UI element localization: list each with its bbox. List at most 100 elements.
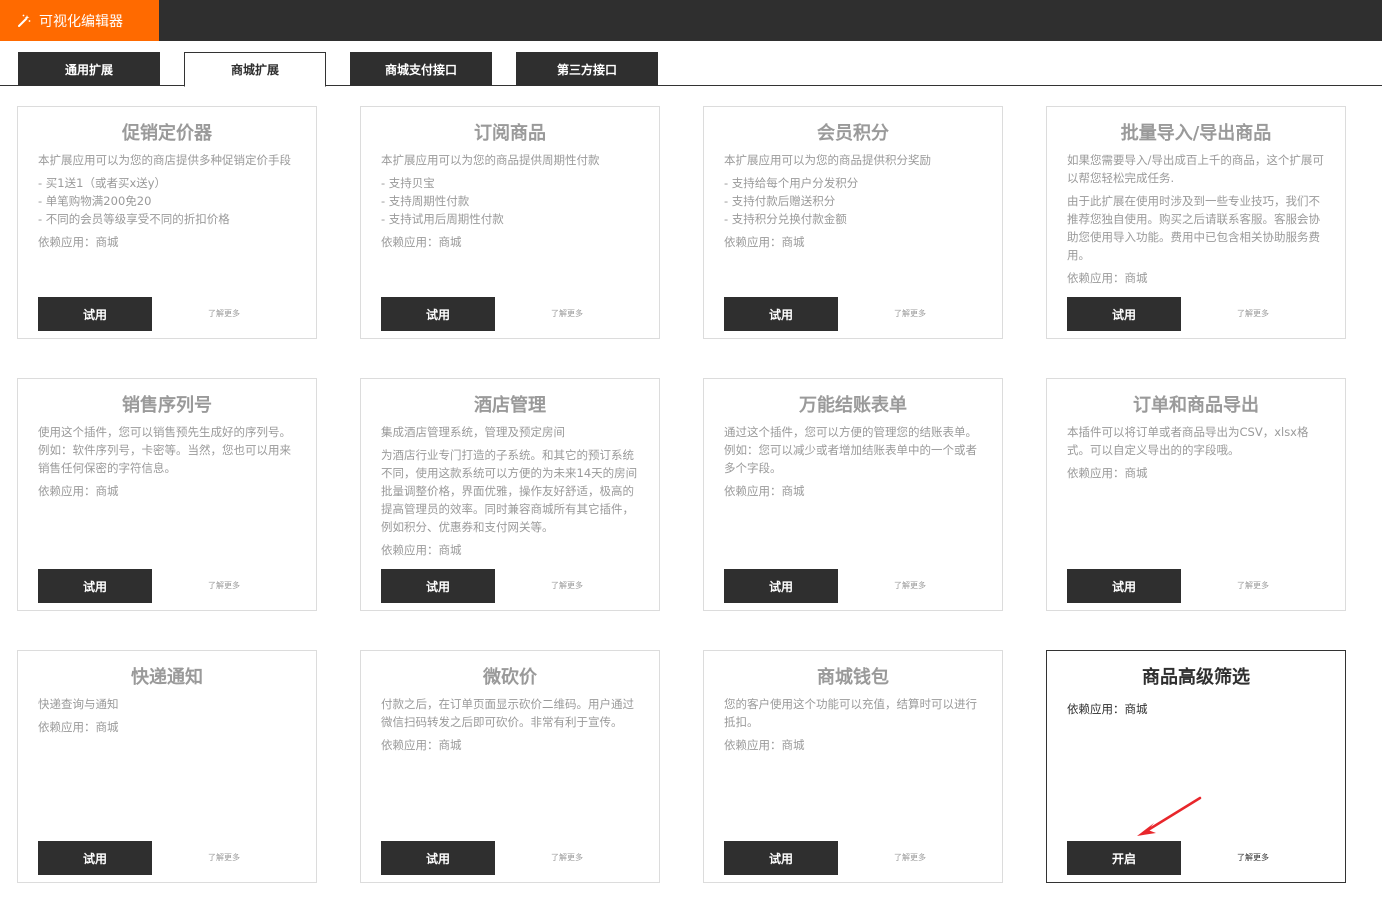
extension-card-bargain: 微砍价付款之后，在订单页面显示砍价二维码。用户通过微信扫码转发之后即可砍价。非常…: [360, 650, 660, 883]
card-feature-item: - 支持积分兑换付款金额: [724, 212, 847, 226]
card-dependency: 依赖应用：商城: [381, 738, 462, 752]
try-button[interactable]: 试用: [38, 297, 152, 331]
try-button[interactable]: 试用: [724, 841, 838, 875]
try-button[interactable]: 试用: [1067, 569, 1181, 603]
card-dependency: 依赖应用：商城: [1067, 271, 1148, 285]
try-button[interactable]: 试用: [381, 841, 495, 875]
card-title: 快递通知: [131, 667, 203, 688]
try-button[interactable]: 试用: [724, 297, 838, 331]
card-paragraph: 由于此扩展在使用时涉及到一些专业技巧，我们不推荐您独自使用。购买之后请联系客服。…: [1067, 194, 1320, 262]
card-feature-item: - 买1送1（或者买x送y）: [38, 176, 167, 190]
card-dependency: 依赖应用：商城: [1067, 702, 1148, 716]
top-bar: 可视化编辑器: [0, 0, 1382, 41]
extension-card-serial-number-sales: 销售序列号使用这个插件，您可以销售预先生成好的序列号。例如：软件序列号，卡密等。…: [17, 378, 317, 611]
learn-more-link[interactable]: 了解更多: [894, 852, 926, 863]
card-description: 通过这个插件，您可以方便的管理您的结账表单。例如：您可以减少或者增加结账表单中的…: [724, 423, 982, 500]
extension-tabs: 通用扩展 商城扩展 商城支付接口 第三方接口: [0, 52, 1382, 87]
magic-wand-icon: [18, 14, 31, 27]
try-button[interactable]: 试用: [381, 569, 495, 603]
extension-card-universal-checkout-form: 万能结账表单通过这个插件，您可以方便的管理您的结账表单。例如：您可以减少或者增加…: [703, 378, 1003, 611]
card-paragraph: 您的客户使用这个功能可以充值，结算时可以进行抵扣。: [724, 697, 977, 729]
card-title: 批量导入/导出商品: [1120, 123, 1272, 144]
card-paragraph: 本扩展应用可以为您的商品提供积分奖励: [724, 153, 931, 167]
card-paragraph: 使用这个插件，您可以销售预先生成好的序列号。例如：软件序列号，卡密等。当然，您也…: [38, 425, 291, 475]
card-paragraph: 集成酒店管理系统，管理及预定房间: [381, 425, 565, 439]
card-dependency: 依赖应用：商城: [38, 484, 119, 498]
try-button[interactable]: 试用: [381, 297, 495, 331]
extension-card-bulk-import-export: 批量导入/导出商品如果您需要导入/导出成百上千的商品，这个扩展可以帮您轻松完成任…: [1046, 106, 1346, 339]
pointer-arrow-icon: [1137, 796, 1202, 836]
card-description: 您的客户使用这个功能可以充值，结算时可以进行抵扣。依赖应用：商城: [724, 695, 982, 754]
extension-card-promo-pricer: 促销定价器本扩展应用可以为您的商店提供多种促销定价手段 - 买1送1（或者买x送y…: [17, 106, 317, 339]
learn-more-link[interactable]: 了解更多: [208, 308, 240, 319]
learn-more-link[interactable]: 了解更多: [551, 308, 583, 319]
card-title: 订阅商品: [474, 123, 546, 144]
card-paragraph: 本插件可以将订单或者商品导出为CSV，xlsx格式。可以自定义导出的的字段哦。: [1067, 425, 1309, 457]
card-paragraph: 如果您需要导入/导出成百上千的商品，这个扩展可以帮您轻松完成任务.: [1067, 153, 1324, 185]
card-paragraph: 付款之后，在订单页面显示砍价二维码。用户通过微信扫码转发之后即可砍价。非常有利于…: [381, 697, 634, 729]
tab-mall-payment-interfaces[interactable]: 商城支付接口: [350, 52, 492, 86]
card-title: 万能结账表单: [799, 395, 907, 416]
tab-mall-extensions[interactable]: 商城扩展: [184, 52, 326, 87]
card-description: 依赖应用：商城: [1067, 695, 1325, 718]
card-description: 如果您需要导入/导出成百上千的商品，这个扩展可以帮您轻松完成任务. 由于此扩展在使…: [1067, 151, 1325, 287]
card-description: 本扩展应用可以为您的商品提供积分奖励 - 支持给每个用户分发积分 - 支持付款后赠送…: [724, 151, 982, 251]
extension-card-mall-wallet: 商城钱包您的客户使用这个功能可以充值，结算时可以进行抵扣。依赖应用：商城试用 了解…: [703, 650, 1003, 883]
learn-more-link[interactable]: 了解更多: [208, 852, 240, 863]
card-title: 酒店管理: [474, 395, 546, 416]
tab-general-extensions[interactable]: 通用扩展: [18, 52, 160, 86]
app-title: 可视化编辑器: [39, 13, 123, 30]
card-title: 促销定价器: [122, 123, 212, 144]
learn-more-link[interactable]: 了解更多: [551, 852, 583, 863]
card-dependency: 依赖应用：商城: [38, 720, 119, 734]
card-feature-item: - 支持给每个用户分发积分: [724, 176, 859, 190]
extension-card-hotel-management: 酒店管理集成酒店管理系统，管理及预定房间为酒店行业专门打造的子系统。和其它的预订…: [360, 378, 660, 611]
learn-more-link[interactable]: 了解更多: [1237, 852, 1269, 863]
try-button[interactable]: 试用: [1067, 297, 1181, 331]
card-dependency: 依赖应用：商城: [38, 235, 119, 249]
card-title: 商城钱包: [817, 667, 889, 688]
card-dependency: 依赖应用：商城: [1067, 466, 1148, 480]
card-feature-item: - 支持贝宝: [381, 176, 435, 190]
try-button[interactable]: 试用: [38, 569, 152, 603]
card-description: 本扩展应用可以为您的商店提供多种促销定价手段 - 买1送1（或者买x送y） - 单笔…: [38, 151, 296, 251]
card-feature-item: - 支持周期性付款: [381, 194, 470, 208]
learn-more-link[interactable]: 了解更多: [208, 580, 240, 591]
card-dependency: 依赖应用：商城: [724, 235, 805, 249]
card-paragraph: 快递查询与通知: [38, 697, 119, 711]
card-description: 本插件可以将订单或者商品导出为CSV，xlsx格式。可以自定义导出的的字段哦。依…: [1067, 423, 1325, 482]
card-feature-item: - 单笔购物满200免20: [38, 194, 152, 208]
learn-more-link[interactable]: 了解更多: [1237, 308, 1269, 319]
visual-editor-button[interactable]: 可视化编辑器: [0, 0, 159, 41]
card-title: 微砍价: [483, 667, 537, 688]
extension-card-advanced-product-filter: 商品高级筛选依赖应用：商城开启 了解更多: [1046, 650, 1346, 883]
learn-more-link[interactable]: 了解更多: [551, 580, 583, 591]
extension-card-member-points: 会员积分本扩展应用可以为您的商品提供积分奖励 - 支持给每个用户分发积分 - 支持付…: [703, 106, 1003, 339]
card-title: 会员积分: [817, 123, 889, 144]
card-feature-item: - 支持付款后赠送积分: [724, 194, 836, 208]
card-description: 集成酒店管理系统，管理及预定房间为酒店行业专门打造的子系统。和其它的预订系统不同…: [381, 423, 639, 559]
learn-more-link[interactable]: 了解更多: [894, 308, 926, 319]
card-description: 付款之后，在订单页面显示砍价二维码。用户通过微信扫码转发之后即可砍价。非常有利于…: [381, 695, 639, 754]
try-button[interactable]: 试用: [724, 569, 838, 603]
card-title: 销售序列号: [122, 395, 212, 416]
card-dependency: 依赖应用：商城: [724, 738, 805, 752]
card-title: 商品高级筛选: [1142, 667, 1250, 688]
extension-card-subscription-products: 订阅商品本扩展应用可以为您的商品提供周期性付款 - 支持贝宝 - 支持周期性付款 - …: [360, 106, 660, 339]
extension-card-order-product-export: 订单和商品导出 本插件可以将订单或者商品导出为CSV，xlsx格式。可以自定义导出…: [1046, 378, 1346, 611]
extension-card-express-notification: 快递通知 快递查询与通知 依赖应用：商城 试用 了解更多: [17, 650, 317, 883]
learn-more-link[interactable]: 了解更多: [894, 580, 926, 591]
card-paragraph: 本扩展应用可以为您的商品提供周期性付款: [381, 153, 600, 167]
card-paragraph: 为酒店行业专门打造的子系统。和其它的预订系统不同，使用这款系统可以方便的为未来1…: [381, 448, 638, 534]
tab-third-party-interfaces[interactable]: 第三方接口: [516, 52, 658, 86]
card-dependency: 依赖应用：商城: [381, 235, 462, 249]
card-paragraph: 本扩展应用可以为您的商店提供多种促销定价手段: [38, 153, 291, 167]
card-description: 本扩展应用可以为您的商品提供周期性付款 - 支持贝宝 - 支持周期性付款 - 支持试用…: [381, 151, 639, 251]
card-description: 快递查询与通知 依赖应用：商城: [38, 695, 296, 736]
try-button[interactable]: 试用: [38, 841, 152, 875]
card-feature-item: - 支持试用后周期性付款: [381, 212, 504, 226]
learn-more-link[interactable]: 了解更多: [1237, 580, 1269, 591]
card-dependency: 依赖应用：商城: [381, 543, 462, 557]
enable-button[interactable]: 开启: [1067, 841, 1181, 875]
card-dependency: 依赖应用：商城: [724, 484, 805, 498]
